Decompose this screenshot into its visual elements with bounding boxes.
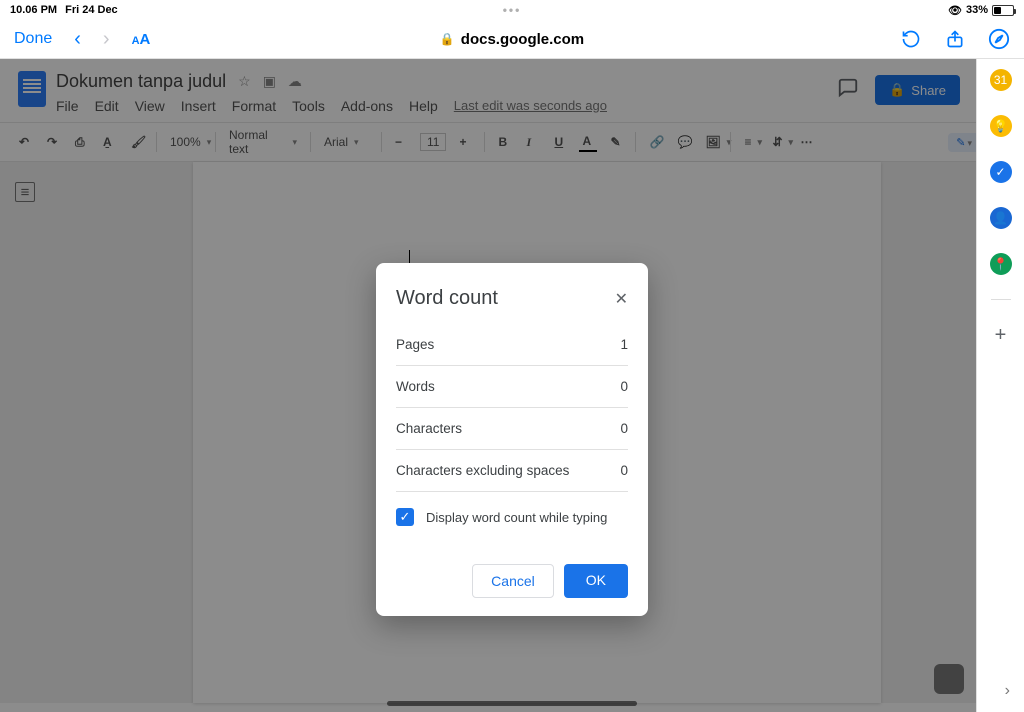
spellcheck-button[interactable]: A̱ — [100, 133, 118, 151]
back-button[interactable]: ‹ — [74, 28, 81, 51]
lock-icon: 🔒 — [440, 32, 455, 46]
keep-addon-icon[interactable]: 💡 — [990, 115, 1012, 137]
menu-view[interactable]: View — [135, 98, 165, 114]
tasks-addon-icon[interactable]: ✓ — [990, 161, 1012, 183]
last-edit-link[interactable]: Last edit was seconds ago — [454, 98, 607, 114]
stat-label: Characters excluding spaces — [396, 463, 569, 478]
privacy-icon: 👁 — [948, 4, 962, 17]
explore-button[interactable] — [934, 664, 964, 694]
stat-value: 0 — [620, 463, 628, 478]
docs-app: Dokumen tanpa judul ☆ ▣ ☁ File Edit View… — [0, 59, 1024, 712]
side-panel: 31 💡 ✓ 👤 📍 + › — [976, 59, 1024, 712]
multitask-dots-icon[interactable]: ••• — [503, 3, 522, 17]
safari-nav-bar: Done ‹ › AA 🔒 docs.google.com — [0, 20, 1024, 59]
underline-button[interactable]: U — [551, 133, 569, 151]
checkbox-label: Display word count while typing — [426, 510, 607, 525]
document-title[interactable]: Dokumen tanpa judul — [56, 71, 226, 92]
home-indicator[interactable] — [387, 701, 637, 706]
share-label: Share — [911, 83, 946, 98]
cancel-button[interactable]: Cancel — [472, 564, 554, 598]
zoom-select[interactable]: 100% — [167, 133, 205, 151]
print-button[interactable]: ⎙ — [72, 133, 90, 152]
menu-addons[interactable]: Add-ons — [341, 98, 393, 114]
bold-button[interactable]: B — [495, 133, 513, 151]
dialog-title: Word count — [396, 287, 498, 310]
move-to-folder-icon[interactable]: ▣ — [263, 73, 276, 90]
insert-comment-button[interactable]: 💬 — [674, 133, 692, 151]
undo-button[interactable]: ↶ — [16, 133, 34, 151]
insert-link-button[interactable]: 🔗 — [646, 133, 664, 151]
stat-label: Words — [396, 379, 435, 394]
stat-value: 1 — [620, 337, 628, 352]
status-time: 10.06 PM — [10, 4, 57, 16]
stat-words: Words 0 — [396, 366, 628, 408]
menu-insert[interactable]: Insert — [181, 98, 216, 114]
menu-tools[interactable]: Tools — [292, 98, 325, 114]
share-icon[interactable] — [944, 28, 966, 50]
forward-button: › — [103, 28, 110, 51]
checkbox-checked-icon[interactable]: ✓ — [396, 508, 414, 526]
calendar-addon-icon[interactable]: 31 — [990, 69, 1012, 91]
ipad-status-bar: 10.06 PM Fri 24 Dec ••• 👁 33% — [0, 0, 1024, 20]
maps-addon-icon[interactable]: 📍 — [990, 253, 1012, 275]
menu-help[interactable]: Help — [409, 98, 438, 114]
battery-icon — [992, 5, 1014, 16]
comments-icon[interactable] — [837, 77, 859, 104]
collapse-side-panel-button[interactable]: › — [1005, 682, 1010, 700]
outline-icon[interactable]: ≡ — [15, 182, 35, 202]
font-size-input[interactable]: 11 — [420, 133, 446, 151]
word-count-dialog: Word count ✕ Pages 1 Words 0 Characters … — [376, 263, 648, 616]
redo-button[interactable]: ↷ — [44, 133, 62, 151]
stat-characters: Characters 0 — [396, 408, 628, 450]
ok-button[interactable]: OK — [564, 564, 628, 598]
stat-characters-no-spaces: Characters excluding spaces 0 — [396, 450, 628, 492]
reload-button[interactable] — [900, 28, 922, 50]
compass-icon[interactable] — [988, 28, 1010, 50]
stat-pages: Pages 1 — [396, 324, 628, 366]
cloud-status-icon: ☁ — [288, 73, 302, 90]
stat-label: Pages — [396, 337, 434, 352]
get-addons-button[interactable]: + — [995, 324, 1007, 347]
share-button[interactable]: 🔒 Share — [875, 75, 960, 105]
display-while-typing-row[interactable]: ✓ Display word count while typing — [396, 508, 628, 526]
docs-header: Dokumen tanpa judul ☆ ▣ ☁ File Edit View… — [0, 59, 1024, 114]
highlight-button[interactable]: ✎ — [607, 133, 625, 151]
menu-bar: File Edit View Insert Format Tools Add-o… — [56, 98, 607, 114]
docs-toolbar: ↶ ↷ ⎙ A̱ 🖌 100% Normal text Arial − 11 +… — [0, 122, 1024, 162]
italic-button[interactable]: I — [523, 133, 541, 152]
font-size-increase[interactable]: + — [456, 133, 474, 151]
stat-value: 0 — [620, 379, 628, 394]
close-icon[interactable]: ✕ — [615, 289, 628, 309]
address-bar[interactable]: 🔒 docs.google.com — [440, 31, 584, 48]
address-url: docs.google.com — [461, 31, 584, 48]
text-color-button[interactable]: A — [579, 132, 597, 152]
done-button[interactable]: Done — [14, 30, 52, 48]
more-tools-button[interactable]: ⋯ — [797, 133, 815, 151]
battery-percent: 33% — [966, 4, 988, 16]
font-size-decrease[interactable]: − — [392, 133, 410, 151]
text-size-button[interactable]: AA — [132, 31, 151, 48]
star-icon[interactable]: ☆ — [238, 73, 251, 90]
line-spacing-button[interactable]: ⇵ — [769, 133, 787, 151]
menu-file[interactable]: File — [56, 98, 79, 114]
paragraph-style-select[interactable]: Normal text — [226, 126, 300, 158]
menu-format[interactable]: Format — [232, 98, 276, 114]
paint-format-button[interactable]: 🖌 — [128, 133, 146, 151]
status-date: Fri 24 Dec — [65, 4, 118, 16]
docs-logo-icon[interactable] — [18, 71, 46, 107]
font-family-select[interactable]: Arial — [321, 133, 371, 151]
contacts-addon-icon[interactable]: 👤 — [990, 207, 1012, 229]
menu-edit[interactable]: Edit — [95, 98, 119, 114]
align-button[interactable]: ≡ — [741, 133, 759, 151]
insert-image-button[interactable]: 🖼 — [702, 133, 720, 151]
lock-icon: 🔒 — [889, 82, 905, 98]
stat-label: Characters — [396, 421, 462, 436]
stat-value: 0 — [620, 421, 628, 436]
